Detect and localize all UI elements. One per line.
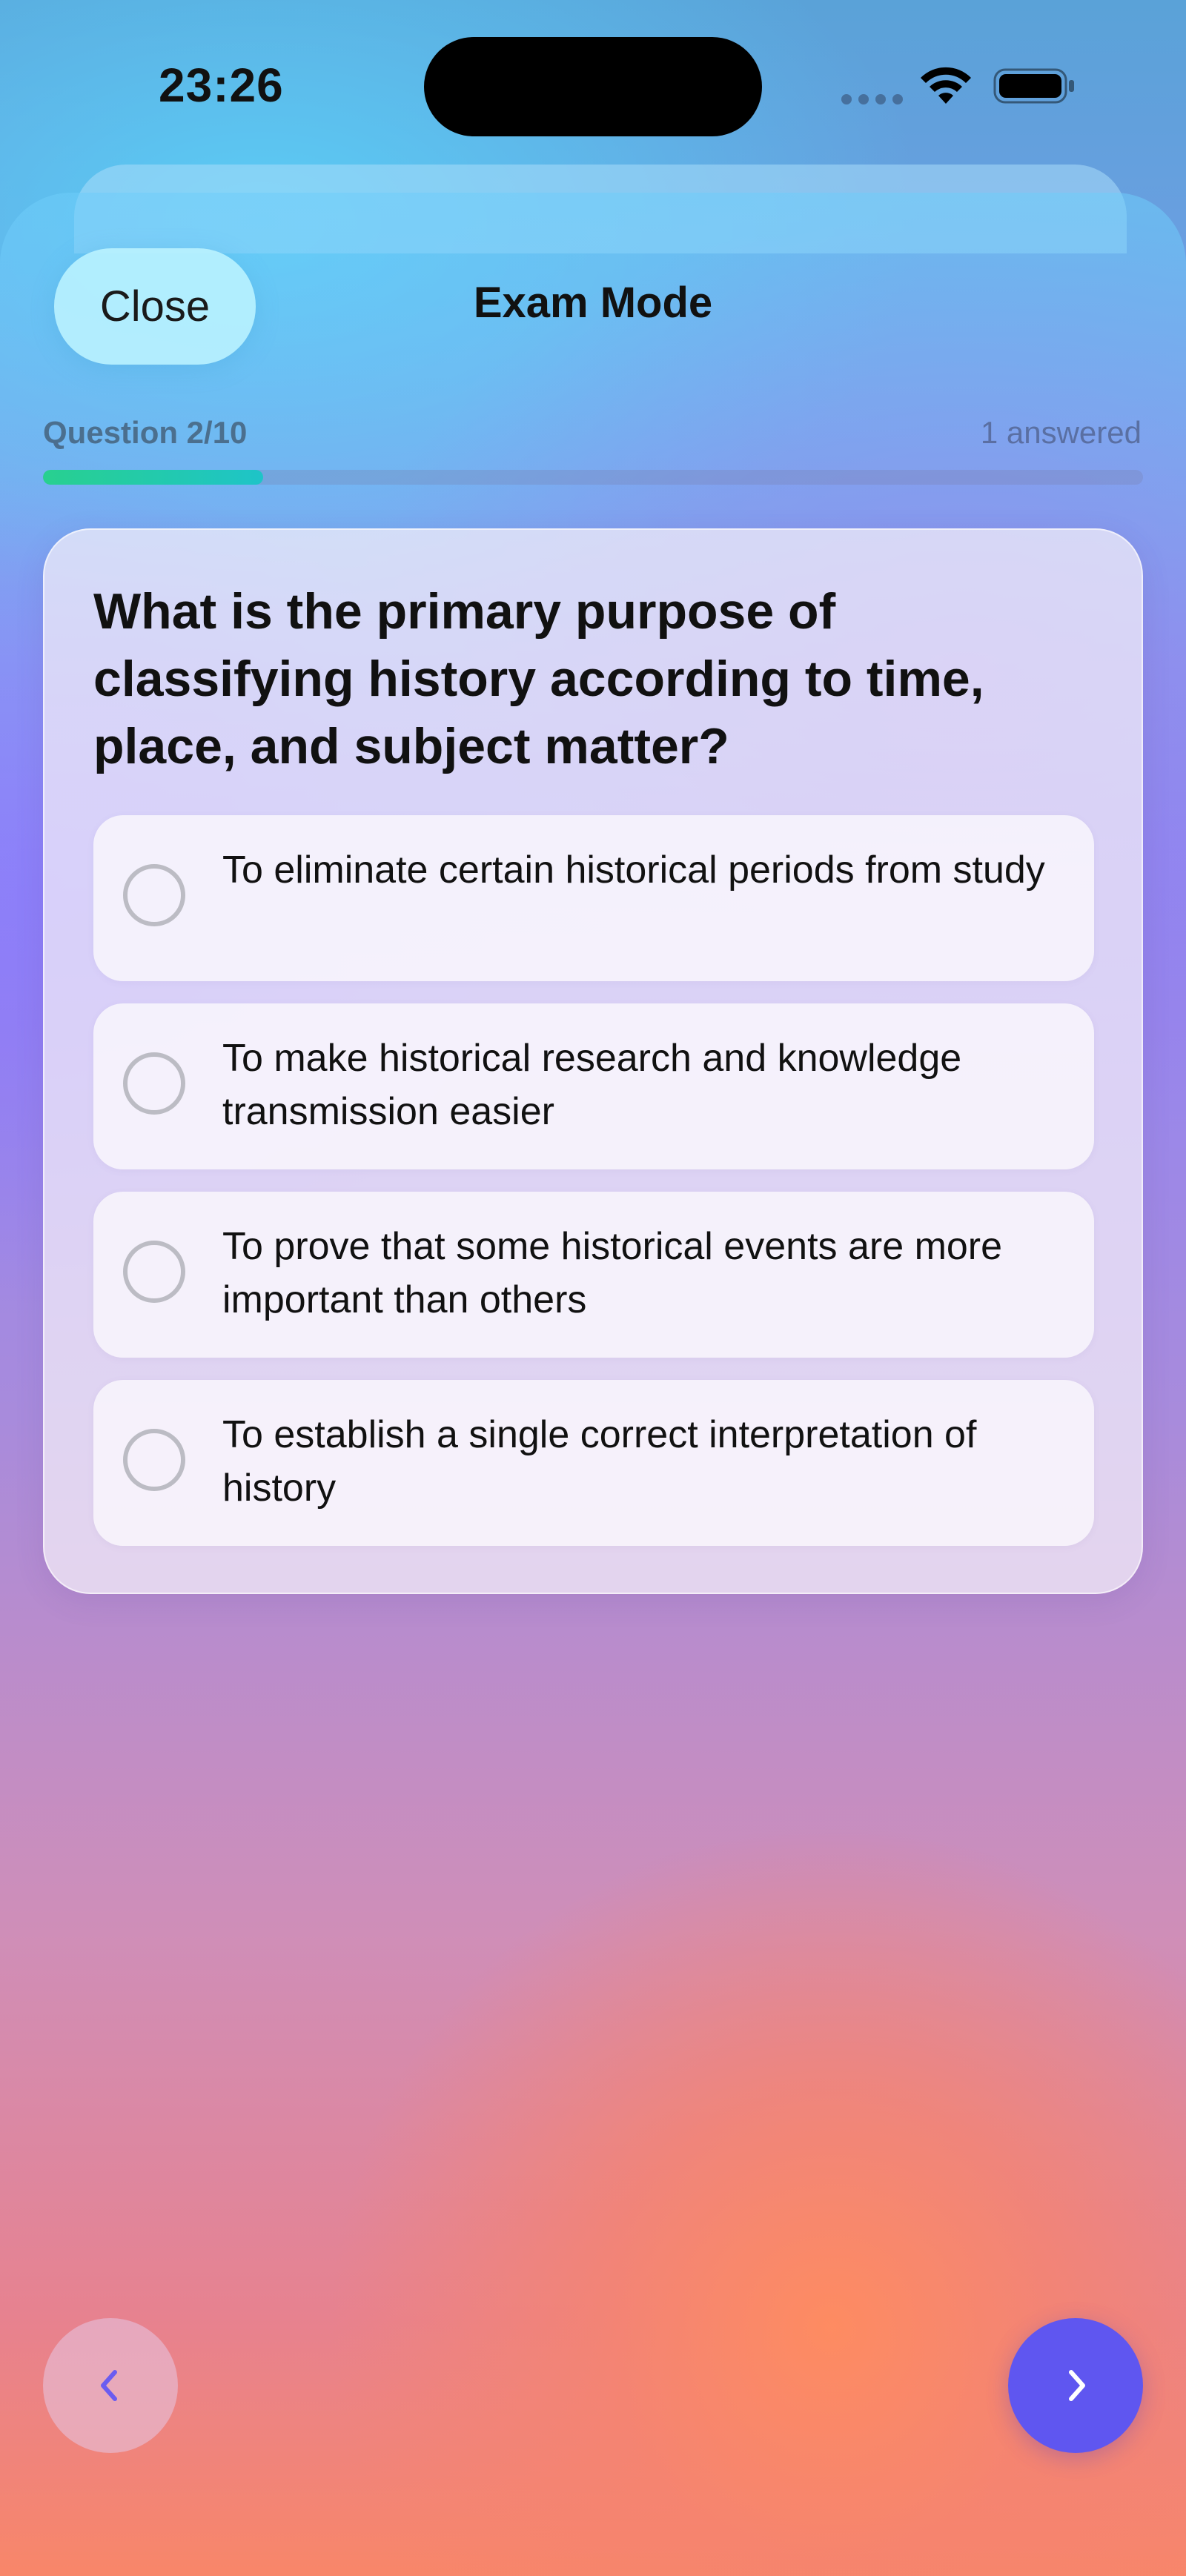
wifi-icon: [921, 67, 971, 104]
answered-count: 1 answered: [980, 415, 1142, 450]
battery-icon: [993, 68, 1074, 104]
cellular-signal-icon: [841, 94, 903, 104]
answer-option-label: To make historical research and knowledg…: [222, 1037, 962, 1133]
chevron-right-icon: [1069, 2370, 1085, 2401]
answer-option[interactable]: To eliminate certain historical periods …: [93, 815, 1094, 981]
answer-option[interactable]: To establish a single correct interpreta…: [93, 1380, 1094, 1546]
chevron-left-icon: [101, 2370, 117, 2401]
progress-bar-fill: [43, 470, 263, 485]
question-text: What is the primary purpose of classifyi…: [93, 583, 984, 774]
next-question-button[interactable]: [1008, 2318, 1143, 2453]
radio-button[interactable]: [123, 1241, 185, 1303]
question-progress-label: Question 2/10: [43, 415, 248, 450]
radio-button[interactable]: [123, 864, 185, 926]
radio-button[interactable]: [123, 1052, 185, 1115]
status-time: 23:26: [159, 59, 284, 112]
answer-option-label: To eliminate certain historical periods …: [222, 849, 1045, 892]
question-card: What is the primary purpose of classifyi…: [43, 528, 1143, 1594]
answer-option[interactable]: To make historical research and knowledg…: [93, 1003, 1094, 1169]
answer-option-label: To establish a single correct interpreta…: [222, 1413, 977, 1510]
radio-button[interactable]: [123, 1429, 185, 1491]
progress-bar: [43, 470, 1143, 485]
previous-question-button[interactable]: [43, 2318, 178, 2453]
page-title: Exam Mode: [473, 279, 713, 327]
answer-option[interactable]: To prove that some historical events are…: [93, 1192, 1094, 1358]
dynamic-island: [424, 37, 762, 136]
answer-option-label: To prove that some historical events are…: [222, 1225, 1003, 1321]
